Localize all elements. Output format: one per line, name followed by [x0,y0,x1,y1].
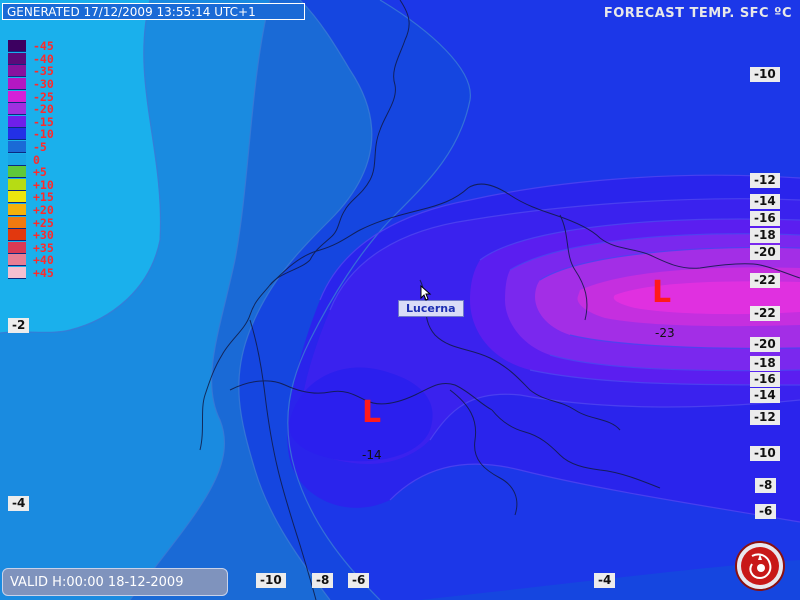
legend-swatch [8,216,26,229]
isoline-label: -20 [750,245,780,260]
legend-swatch [8,266,26,279]
isoline-label: -4 [8,496,30,511]
legend-label: -40 [33,51,54,66]
legend-entry: -35 [8,65,54,78]
legend-label: +10 [33,177,54,192]
legend-label: +30 [33,228,54,243]
legend-label: +25 [33,215,54,230]
legend-label: +5 [33,165,47,180]
legend-label: +45 [33,265,54,280]
legend-entry: -30 [8,78,54,91]
legend-entry: -15 [8,114,54,129]
legend-swatch [8,254,26,267]
legend-label: 0 [33,152,40,167]
legend-entry: -40 [8,51,54,66]
legend-entry: +35 [8,240,54,255]
isoline-label: -8 [312,573,334,588]
legend-entry: -45 [8,40,54,53]
map-title: FORECAST TEMP. SFC ºC [603,6,792,21]
legend-label: +15 [33,190,54,205]
legend-entry: +40 [8,254,54,267]
low-value-east: -23 [655,326,675,340]
meteo-logo-icon [735,541,785,591]
legend-entry: 0 [8,153,54,166]
isoline-label: -22 [750,306,780,321]
isoline-label: -14 [750,388,780,403]
generated-timestamp: GENERATED 17/12/2009 13:55:14 UTC+1 [2,3,305,20]
legend-label: -45 [33,39,54,54]
legend-entry: +5 [8,166,54,179]
legend-swatch [8,153,26,166]
isoline-label: -16 [750,372,780,387]
legend-label: -35 [33,64,54,79]
legend-label: +35 [33,240,54,255]
isoline-label: -4 [594,573,616,588]
isoline-label: -22 [750,273,780,288]
isoline-label: -8 [755,478,777,493]
legend-entry: +15 [8,191,54,204]
legend-label: +20 [33,203,54,218]
legend-label: -15 [33,114,54,129]
isoline-label: -10 [750,446,780,461]
color-legend: -45 -40 -35 -30 -25 -20 -15 -10 -5 0 +5 +10 +15 +20 +2… [8,40,54,279]
isoline-label: -20 [750,337,780,352]
isoline-label: -16 [750,211,780,226]
legend-label: -25 [33,89,54,104]
legend-swatch [8,90,26,103]
legend-swatch [8,166,26,179]
legend-entry: -25 [8,90,54,103]
isoline-label: -2 [8,318,30,333]
city-label-lucerna: Lucerna [398,300,464,317]
isoline-label: -12 [750,410,780,425]
low-pressure-marker-west: L [362,395,382,430]
legend-swatch [8,103,26,116]
legend-swatch [8,128,26,141]
legend-swatch [8,191,26,204]
legend-label: -10 [33,127,54,142]
legend-entry: -20 [8,103,54,116]
low-pressure-marker-east: L [652,275,672,310]
isoline-label: -6 [755,504,777,519]
isoline-label: -12 [750,173,780,188]
forecast-map: GENERATED 17/12/2009 13:55:14 UTC+1 FORE… [0,0,800,600]
legend-entry: -5 [8,141,54,154]
legend-swatch [8,178,26,191]
legend-swatch [8,141,26,154]
legend-swatch [8,52,26,65]
legend-swatch [8,65,26,78]
legend-swatch [8,229,26,242]
isoline-label: -10 [750,67,780,82]
valid-time: VALID H:00:00 18-12-2009 [2,568,228,596]
legend-entry: +10 [8,177,54,192]
isoline-label: -14 [750,194,780,209]
legend-swatch [8,241,26,254]
isoline-label: -18 [750,228,780,243]
legend-swatch [8,115,26,128]
low-value-west: -14 [362,448,382,462]
mouse-cursor-icon [420,285,432,301]
isoline-label: -6 [348,573,370,588]
legend-swatch [8,78,26,91]
isoline-label: -10 [256,573,286,588]
legend-label: -20 [33,102,54,117]
legend-entry: +30 [8,229,54,242]
legend-entry: +25 [8,216,54,229]
legend-entry: -10 [8,128,54,141]
legend-label: +40 [33,253,54,268]
legend-entry: +20 [8,204,54,217]
isoline-label: -18 [750,356,780,371]
legend-entry: +45 [8,265,54,280]
legend-label: -30 [33,77,54,92]
legend-swatch [8,40,26,53]
legend-label: -5 [33,140,47,155]
legend-swatch [8,204,26,217]
